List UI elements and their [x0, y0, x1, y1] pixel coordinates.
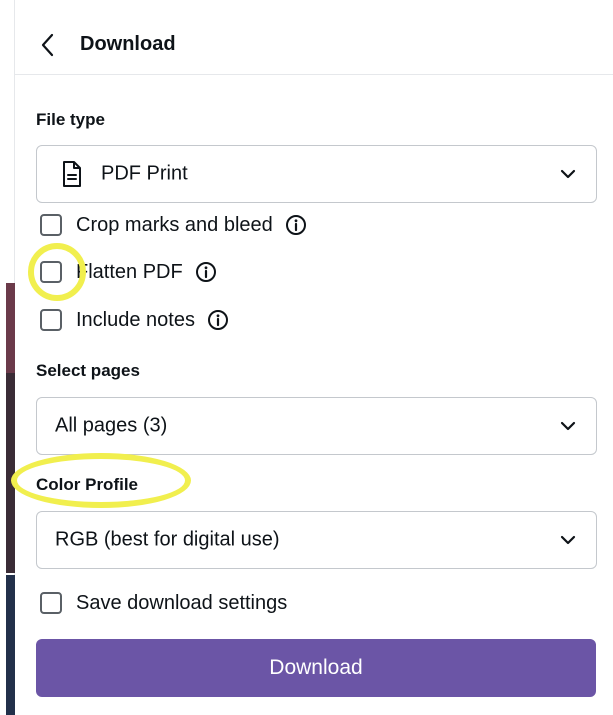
chevron-down-icon [560, 535, 576, 545]
color-profile-dropdown[interactable]: RGB (best for digital use) [36, 511, 597, 569]
select-pages-dropdown[interactable]: All pages (3) [36, 397, 597, 455]
file-type-label: File type [36, 110, 105, 129]
download-panel-header: Download [15, 0, 613, 75]
include-notes-option[interactable]: Include notes [40, 306, 229, 334]
document-icon [63, 161, 81, 187]
file-type-select[interactable]: PDF Print [36, 145, 597, 203]
info-icon[interactable] [285, 214, 307, 236]
canvas-preview-strip [6, 575, 15, 715]
info-icon[interactable] [207, 309, 229, 331]
annotation-highlight-circle [28, 243, 86, 301]
chevron-down-icon [560, 169, 576, 179]
save-settings-checkbox[interactable] [40, 592, 62, 614]
select-pages-value: All pages (3) [55, 414, 168, 437]
save-settings-option[interactable]: Save download settings [40, 589, 287, 617]
chevron-left-icon [41, 33, 54, 57]
download-button[interactable]: Download [36, 639, 596, 697]
include-notes-label: Include notes [76, 308, 195, 331]
chevron-down-icon [560, 421, 576, 431]
save-settings-label: Save download settings [76, 591, 288, 614]
annotation-highlight-ellipse [11, 453, 191, 508]
flatten-pdf-label: Flatten PDF [76, 260, 183, 283]
color-profile-value: RGB (best for digital use) [55, 528, 280, 551]
crop-marks-label: Crop marks and bleed [76, 213, 273, 236]
panel-title: Download [80, 33, 176, 55]
include-notes-checkbox[interactable] [40, 309, 62, 331]
select-pages-label: Select pages [36, 361, 140, 380]
back-button[interactable] [37, 30, 61, 60]
crop-marks-option[interactable]: Crop marks and bleed [40, 211, 307, 239]
info-icon[interactable] [195, 261, 217, 283]
crop-marks-checkbox[interactable] [40, 214, 62, 236]
file-type-value: PDF Print [101, 162, 188, 185]
canvas-edge [0, 0, 15, 715]
canvas-preview-strip [6, 283, 15, 373]
